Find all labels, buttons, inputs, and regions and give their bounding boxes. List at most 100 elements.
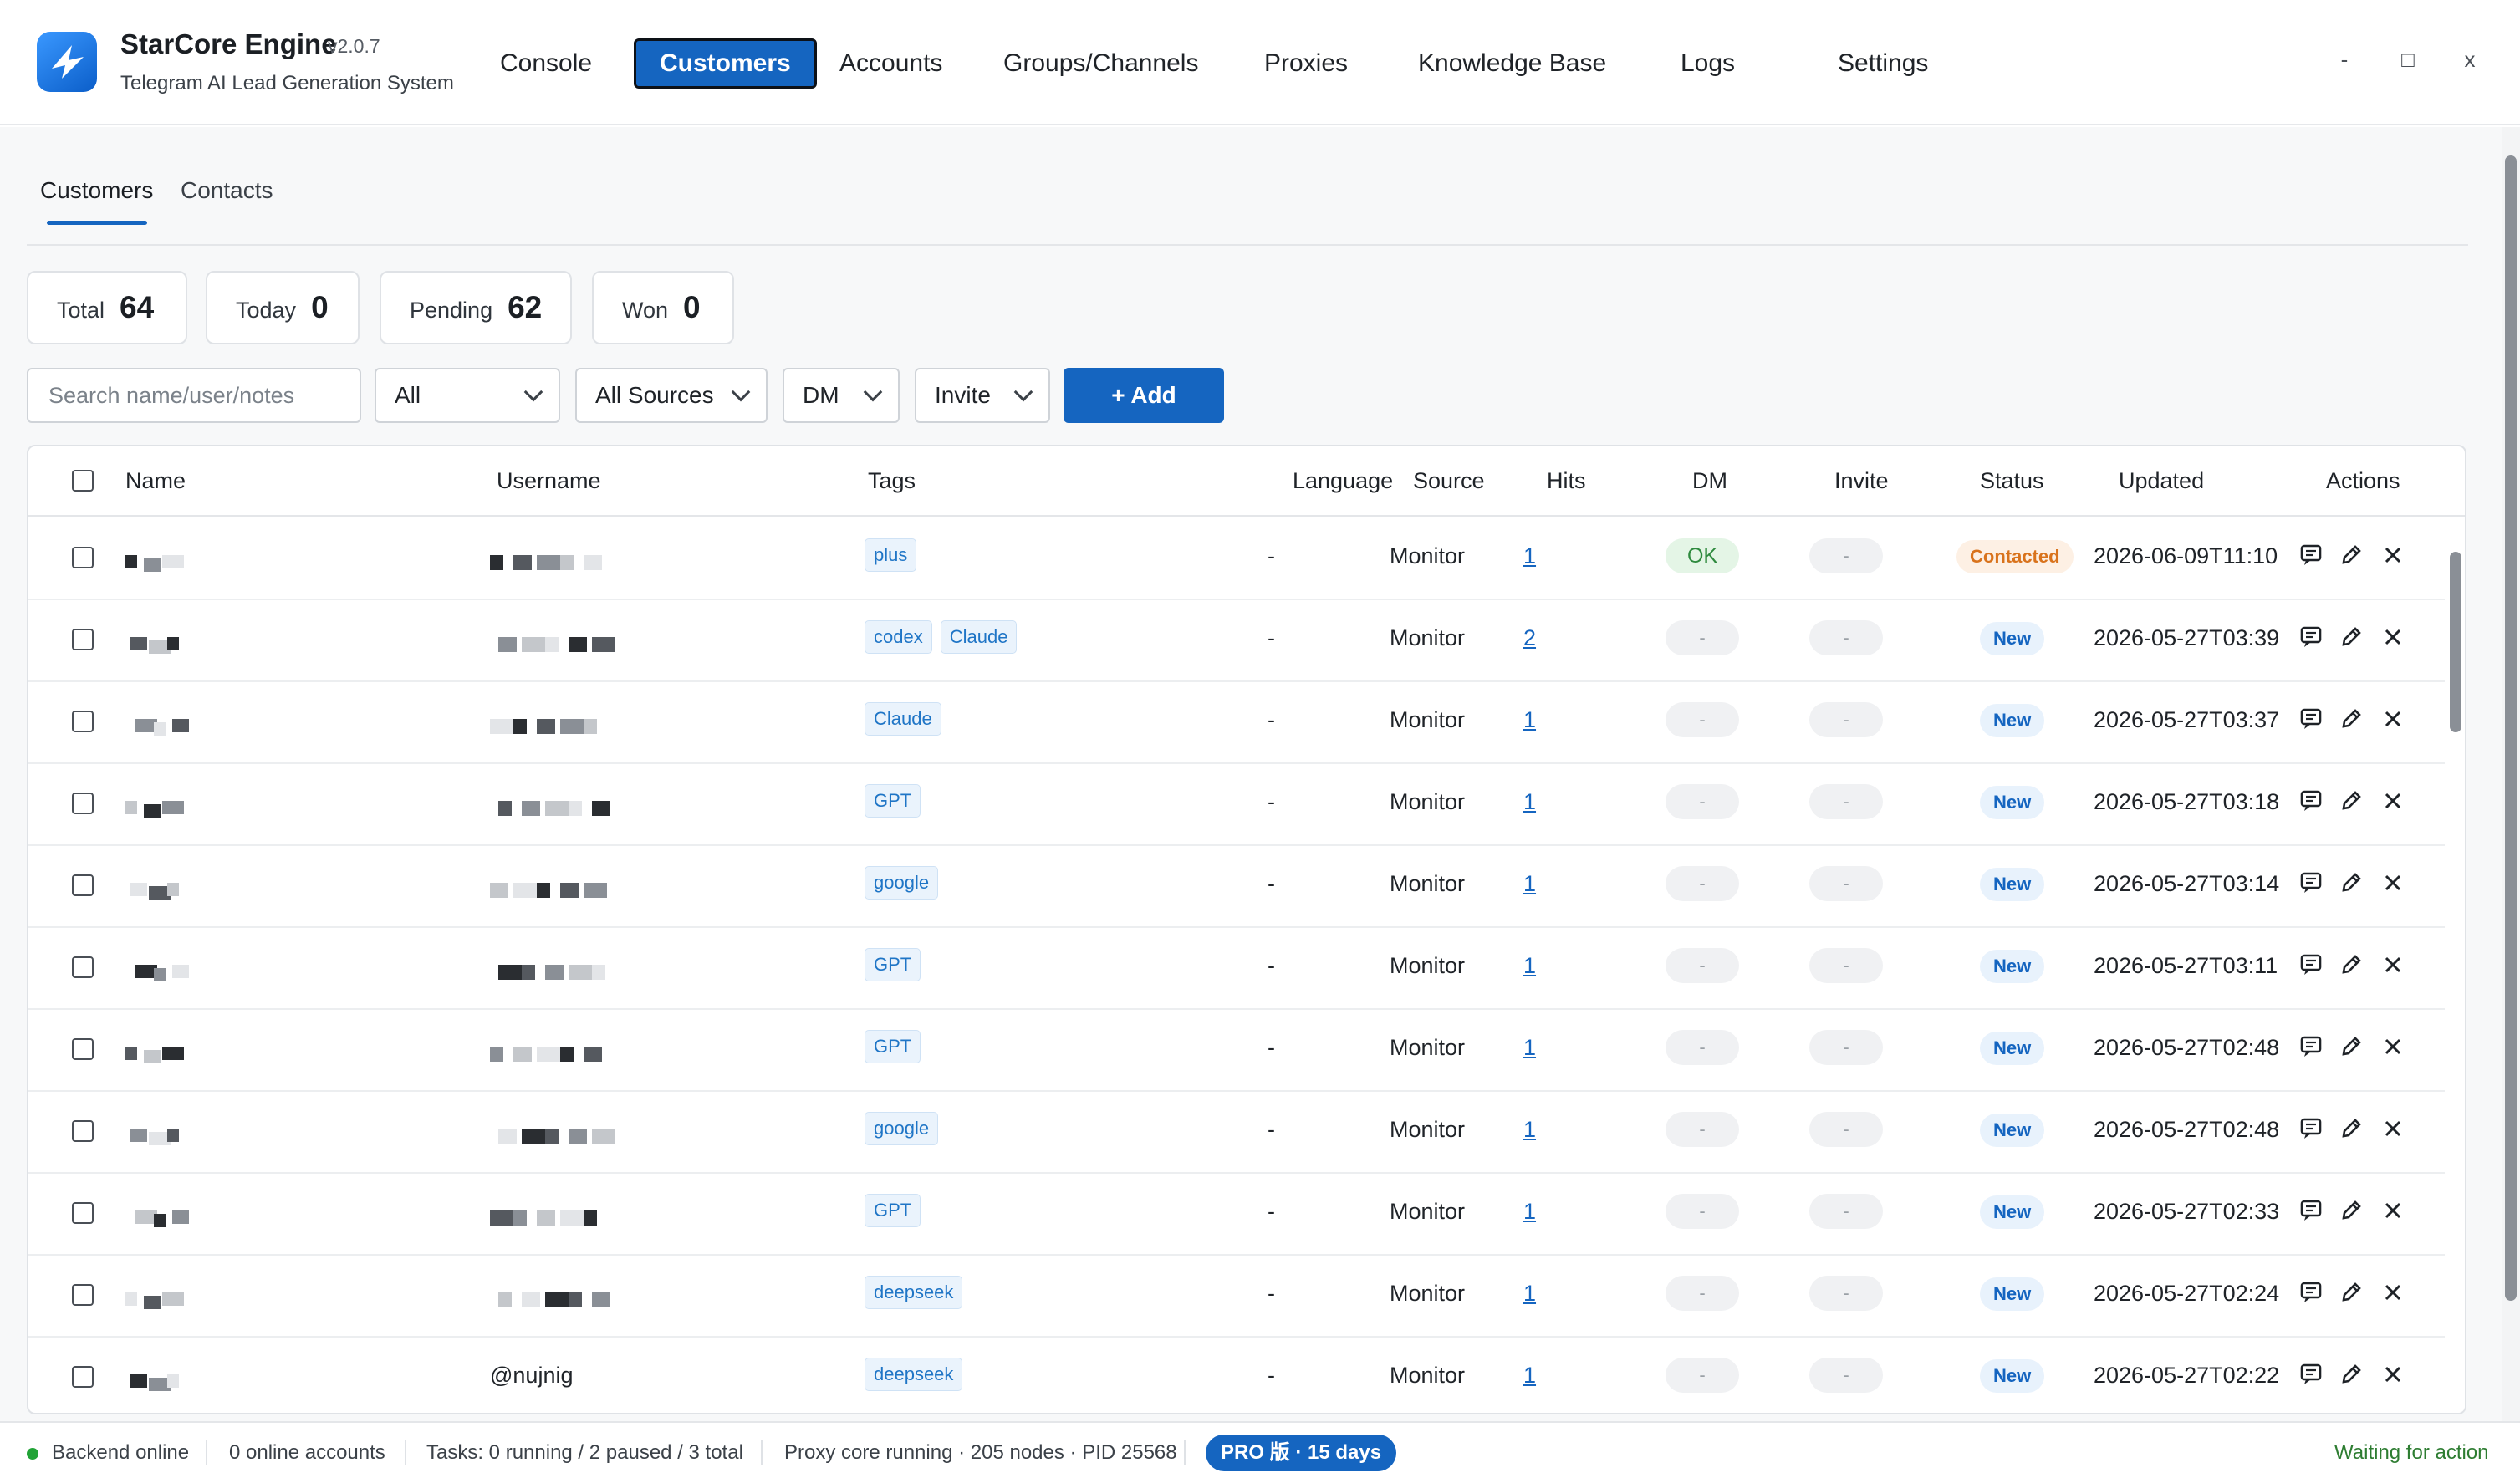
nav-logs[interactable]: Logs xyxy=(1657,38,1758,89)
row-checkbox[interactable] xyxy=(72,1284,94,1306)
delete-icon[interactable] xyxy=(2378,1195,2408,1226)
edit-icon[interactable] xyxy=(2336,622,2366,652)
hits-link[interactable]: 1 xyxy=(1523,1199,1536,1225)
delete-icon[interactable] xyxy=(2378,704,2408,734)
nav-settings[interactable]: Settings xyxy=(1814,38,1951,89)
table-row[interactable]: codex Claude - Monitor 2 - - New 2026-05-27T03:3… xyxy=(28,600,2445,682)
table-row[interactable]: GPT - Monitor 1 - - New 2026-05-27T03:11 xyxy=(28,928,2445,1010)
message-icon[interactable] xyxy=(2296,1277,2326,1307)
delete-icon[interactable] xyxy=(2378,1032,2408,1062)
edit-icon[interactable] xyxy=(2336,1195,2366,1226)
nav-groups-channels[interactable]: Groups/Channels xyxy=(980,38,1222,89)
table-row[interactable]: GPT - Monitor 1 - - New 2026-05-27T03:18 xyxy=(28,764,2445,846)
edit-icon[interactable] xyxy=(2336,540,2366,570)
pro-license-badge[interactable]: PRO 版 · 15 days xyxy=(1206,1435,1397,1471)
add-customer-button[interactable]: + Add xyxy=(1064,368,1224,423)
redacted-username-block xyxy=(537,1210,555,1226)
col-source: Source xyxy=(1413,468,1485,493)
message-icon[interactable] xyxy=(2296,1359,2326,1389)
hits-link[interactable]: 1 xyxy=(1523,543,1536,569)
delete-icon[interactable] xyxy=(2378,1277,2408,1307)
source-filter-select[interactable]: All Sources xyxy=(575,368,768,423)
edit-icon[interactable] xyxy=(2336,786,2366,816)
delete-icon[interactable] xyxy=(2378,622,2408,652)
subtab-contacts[interactable]: Contacts xyxy=(181,177,273,204)
edit-icon[interactable] xyxy=(2336,1032,2366,1062)
hits-link[interactable]: 1 xyxy=(1523,1363,1536,1389)
hits-link[interactable]: 1 xyxy=(1523,1117,1536,1143)
message-icon[interactable] xyxy=(2296,950,2326,980)
table-scrollbar-thumb[interactable] xyxy=(2450,552,2461,732)
row-checkbox[interactable] xyxy=(72,629,94,650)
invite-filter-select[interactable]: Invite xyxy=(915,368,1050,423)
table-row[interactable]: GPT - Monitor 1 - - New 2026-05-27T02:48 xyxy=(28,1010,2445,1092)
row-checkbox[interactable] xyxy=(72,1202,94,1224)
hits-link[interactable]: 1 xyxy=(1523,1035,1536,1061)
minimize-button[interactable]: - xyxy=(2328,47,2361,73)
delete-icon[interactable] xyxy=(2378,1114,2408,1144)
row-checkbox[interactable] xyxy=(72,793,94,814)
table-row[interactable]: @nujnig deepseek - Monitor 1 - - New 2026-05-27T… xyxy=(28,1338,2445,1413)
message-icon[interactable] xyxy=(2296,1195,2326,1226)
edit-icon[interactable] xyxy=(2336,950,2366,980)
delete-icon[interactable] xyxy=(2378,950,2408,980)
delete-icon[interactable] xyxy=(2378,540,2408,570)
tags-cell: Claude xyxy=(865,702,950,736)
message-icon[interactable] xyxy=(2296,1032,2326,1062)
maximize-button[interactable]: □ xyxy=(2391,47,2425,73)
search-input[interactable] xyxy=(27,368,361,423)
message-icon[interactable] xyxy=(2296,540,2326,570)
hits-link[interactable]: 1 xyxy=(1523,953,1536,979)
edit-icon[interactable] xyxy=(2336,1114,2366,1144)
redacted-username-block xyxy=(537,1047,560,1062)
edit-icon[interactable] xyxy=(2336,704,2366,734)
nav-customers[interactable]: Customers xyxy=(634,38,817,89)
tag-badge: deepseek xyxy=(865,1358,963,1391)
table-row[interactable]: google - Monitor 1 - - New 2026-05-27T03:14 xyxy=(28,846,2445,928)
subtab-customers[interactable]: Customers xyxy=(40,177,153,204)
table-row[interactable]: google - Monitor 1 - - New 2026-05-27T02:48 xyxy=(28,1092,2445,1174)
status-filter-select[interactable]: All xyxy=(375,368,560,423)
hits-link[interactable]: 1 xyxy=(1523,871,1536,897)
tags-cell: deepseek xyxy=(865,1276,971,1309)
delete-icon[interactable] xyxy=(2378,786,2408,816)
redacted-username-block xyxy=(513,883,537,898)
row-checkbox[interactable] xyxy=(72,1038,94,1060)
nav-proxies[interactable]: Proxies xyxy=(1241,38,1371,89)
edit-icon[interactable] xyxy=(2336,1359,2366,1389)
table-row[interactable]: GPT - Monitor 1 - - New 2026-05-27T02:33 xyxy=(28,1174,2445,1256)
message-icon[interactable] xyxy=(2296,704,2326,734)
hits-link[interactable]: 1 xyxy=(1523,789,1536,815)
window-scrollbar-thumb[interactable] xyxy=(2505,155,2517,1301)
delete-icon[interactable] xyxy=(2378,1359,2408,1389)
redacted-username-block xyxy=(522,637,545,652)
nav-accounts[interactable]: Accounts xyxy=(816,38,966,89)
row-checkbox[interactable] xyxy=(72,547,94,568)
row-checkbox[interactable] xyxy=(72,956,94,978)
delete-icon[interactable] xyxy=(2378,868,2408,898)
table-row[interactable]: deepseek - Monitor 1 - - New 2026-05-27T02:24 xyxy=(28,1256,2445,1338)
message-icon[interactable] xyxy=(2296,622,2326,652)
message-icon[interactable] xyxy=(2296,868,2326,898)
nav-console[interactable]: Console xyxy=(477,38,615,89)
hits-link[interactable]: 1 xyxy=(1523,707,1536,733)
hits-link[interactable]: 1 xyxy=(1523,1281,1536,1307)
table-row[interactable]: plus - Monitor 1 OK - Contacted 2026-06-09T11:1… xyxy=(28,518,2445,600)
row-checkbox[interactable] xyxy=(72,1120,94,1142)
hits-link[interactable]: 2 xyxy=(1523,625,1536,651)
nav-knowledge-base[interactable]: Knowledge Base xyxy=(1395,38,1630,89)
row-checkbox[interactable] xyxy=(72,874,94,896)
invite-status-pill: - xyxy=(1809,620,1883,655)
edit-icon[interactable] xyxy=(2336,1277,2366,1307)
table-row[interactable]: Claude - Monitor 1 - - New 2026-05-27T03:37 xyxy=(28,682,2445,764)
close-button[interactable]: x xyxy=(2453,47,2487,73)
select-all-checkbox[interactable] xyxy=(72,470,94,492)
message-icon[interactable] xyxy=(2296,786,2326,816)
col-actions: Actions xyxy=(2326,468,2400,493)
col-tags: Tags xyxy=(868,468,916,493)
edit-icon[interactable] xyxy=(2336,868,2366,898)
dm-filter-select[interactable]: DM xyxy=(783,368,900,423)
message-icon[interactable] xyxy=(2296,1114,2326,1144)
row-checkbox[interactable] xyxy=(72,1366,94,1388)
row-checkbox[interactable] xyxy=(72,711,94,732)
